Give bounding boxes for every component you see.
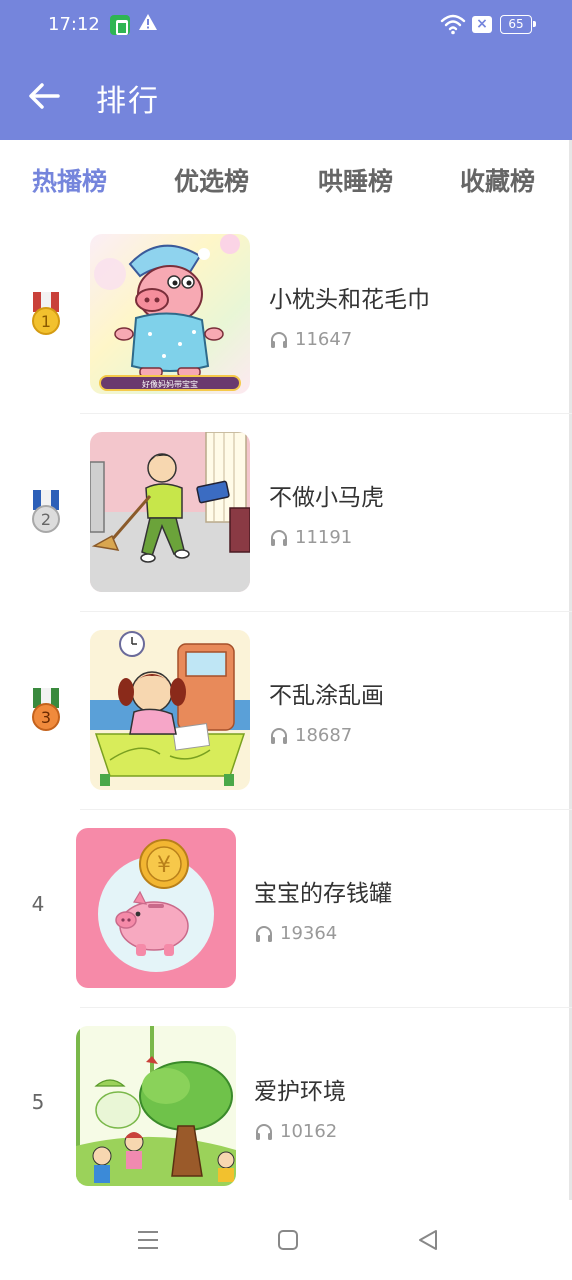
svg-text:2: 2: [41, 510, 51, 529]
bronze-medal-icon: 3: [32, 688, 60, 731]
gold-medal-icon: 1: [32, 292, 60, 335]
thumbnail-banner-text: 好像妈妈带宝宝: [142, 379, 198, 389]
tab-hot[interactable]: 热播榜: [32, 162, 107, 198]
app-notification-icon: [110, 15, 130, 35]
status-bar: 17:12 × 65: [0, 0, 572, 52]
battery-icon: 65: [500, 15, 536, 34]
headphones-icon: [271, 331, 287, 348]
item-thumbnail: [90, 432, 250, 592]
warning-icon: [138, 12, 158, 37]
play-count-value: 11191: [295, 527, 353, 548]
svg-text:3: 3: [41, 708, 51, 727]
play-count-value: 10162: [280, 1121, 338, 1142]
girl-drawing-illustration: [90, 630, 250, 786]
headphones-icon: [271, 529, 287, 546]
sim-off-icon: ×: [472, 16, 492, 33]
tab-favorites[interactable]: 收藏榜: [460, 162, 535, 198]
item-thumbnail: ¥: [76, 828, 236, 988]
play-count: 18687: [269, 725, 352, 746]
arrow-left-icon: [29, 83, 60, 109]
list-item[interactable]: 5 爱护环境 10162: [0, 1008, 572, 1206]
menu-button[interactable]: [130, 1222, 166, 1258]
headphones-icon: [271, 727, 287, 744]
pig-illustration: 好像妈妈带宝宝: [94, 234, 241, 391]
item-title: 不做小马虎: [269, 485, 384, 511]
silver-medal-icon: 2: [32, 490, 60, 533]
menu-icon: [138, 1231, 158, 1249]
list-item[interactable]: 1 好像妈妈带宝宝 小枕头和花毛巾 11647: [0, 216, 572, 414]
play-count-value: 18687: [295, 725, 353, 746]
app-header: 17:12 × 65 排行: [0, 0, 572, 140]
headphones-icon: [256, 925, 272, 942]
environment-illustration: [76, 1026, 236, 1186]
item-title: 不乱涂乱画: [269, 683, 384, 709]
back-button[interactable]: [26, 78, 66, 114]
back-triangle-icon: [419, 1230, 437, 1250]
system-back-button[interactable]: [410, 1222, 446, 1258]
play-count-value: 11647: [295, 329, 353, 350]
status-time: 17:12: [48, 14, 100, 35]
tab-sleep[interactable]: 哄睡榜: [318, 162, 393, 198]
item-title: 宝宝的存钱罐: [254, 881, 392, 907]
item-thumbnail: [90, 630, 250, 790]
item-title: 小枕头和花毛巾: [269, 287, 430, 313]
headphones-icon: [256, 1123, 272, 1140]
tab-selected[interactable]: 优选榜: [174, 162, 249, 198]
page-title: 排行: [96, 84, 160, 119]
item-thumbnail: [76, 1026, 236, 1186]
system-nav-bar: [0, 1200, 572, 1280]
play-count: 10162: [254, 1121, 337, 1142]
item-title: 爱护环境: [254, 1079, 346, 1105]
home-square-icon: [278, 1230, 298, 1250]
item-thumbnail: 好像妈妈带宝宝: [90, 234, 250, 394]
list-item[interactable]: 2 不做小马虎 11191: [0, 414, 572, 612]
rank-number: 4: [31, 892, 45, 916]
home-button[interactable]: [270, 1222, 306, 1258]
list-item[interactable]: 3 不乱涂乱画 18687: [0, 612, 572, 810]
play-count: 11647: [269, 329, 352, 350]
list-item[interactable]: 4 ¥ 宝宝的存钱罐 19364: [0, 810, 572, 1008]
ranking-tabs: 热播榜 优选榜 哄睡榜 收藏榜: [0, 140, 572, 220]
svg-text:¥: ¥: [157, 853, 171, 878]
play-count: 19364: [254, 923, 337, 944]
rank-number: 5: [31, 1090, 45, 1114]
play-count-value: 19364: [280, 923, 338, 944]
svg-text:1: 1: [41, 312, 51, 331]
boy-sweeping-illustration: [90, 432, 250, 592]
wifi-icon: [440, 13, 466, 39]
play-count: 11191: [269, 527, 352, 548]
piggy-bank-illustration: ¥: [98, 839, 214, 972]
